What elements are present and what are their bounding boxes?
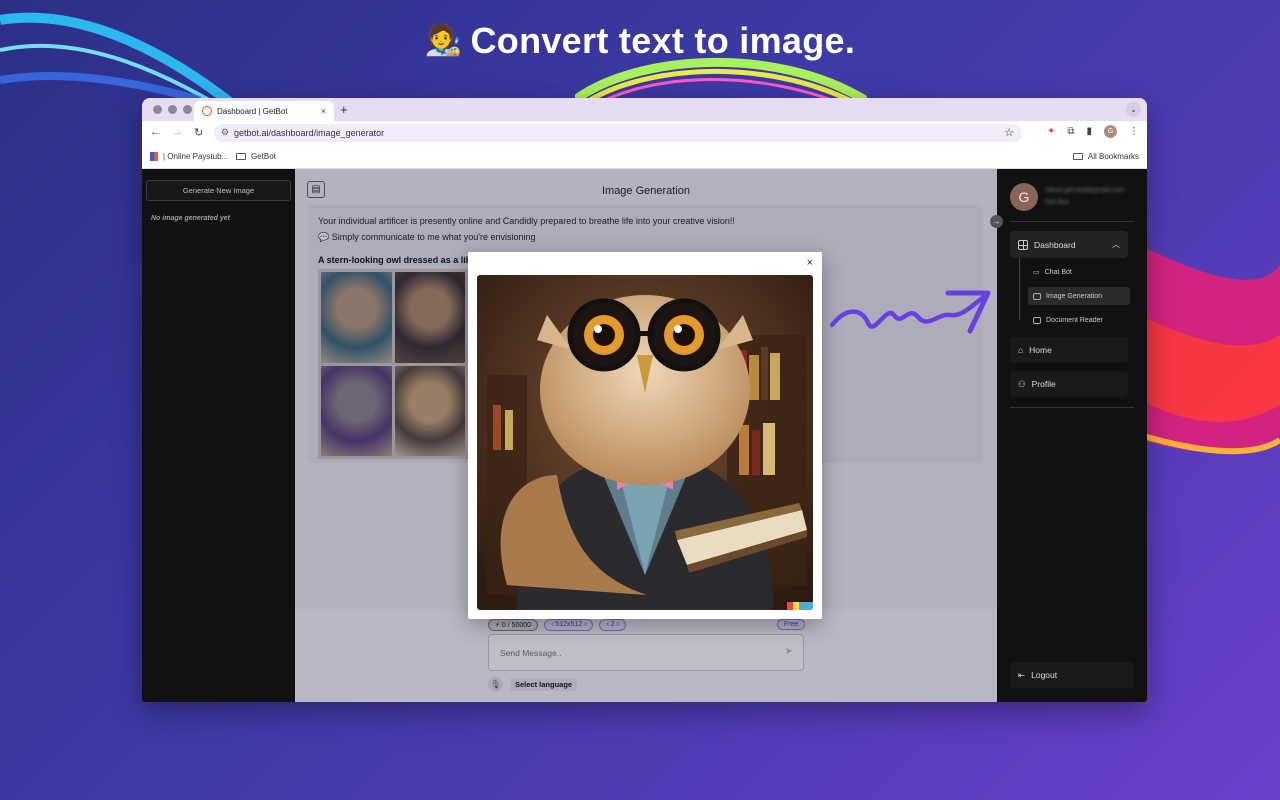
sidebar-item-profile[interactable]: ⚇ Profile <box>1010 371 1128 397</box>
address-bar[interactable]: ⚙ getbot.ai/dashboard/image_generator ☆ <box>214 124 1022 142</box>
collapse-sidebar-arrow-icon[interactable]: → <box>990 215 1003 228</box>
tab-title: Dashboard | GetBot <box>217 106 288 116</box>
toolbar-actions: ✦ ⧉ ▮ G ⋮ <box>1047 125 1139 138</box>
bookmark-getbot-folder[interactable]: GetBot <box>236 152 276 161</box>
logout-button[interactable]: ⇤ Logout <box>1010 662 1134 688</box>
paystub-favicon-icon <box>150 152 158 161</box>
image-preview-modal: × <box>468 252 822 619</box>
back-arrow-icon[interactable]: ← <box>150 126 161 139</box>
tab-search-chevron-icon[interactable]: ⌄ <box>1126 102 1141 117</box>
bookmark-label: GetBot <box>251 152 276 161</box>
sidebar-item-chat-bot[interactable]: ▭ Chat Bot <box>1028 263 1130 281</box>
user-name: Get Bot <box>1045 199 1069 206</box>
logout-icon: ⇤ <box>1018 669 1026 680</box>
bookmarks-bar: | Online Paystub... GetBot All Bookmarks <box>142 145 1147 169</box>
person-icon: ⚇ <box>1018 378 1026 389</box>
user-profile: G rekus.get.bot@gmail.com Get Bot <box>1010 183 1124 211</box>
user-info: rekus.get.bot@gmail.com Get Bot <box>1045 185 1124 209</box>
home-icon: ⌂ <box>1018 345 1024 355</box>
nav-buttons: ← → ↻ <box>150 126 203 139</box>
chat-bubble-icon: ▭ <box>1033 269 1040 276</box>
sidebar-item-label: Document Reader <box>1046 316 1103 324</box>
submenu-tree-line <box>1019 258 1021 320</box>
sidebar-item-label: Image Generation <box>1046 292 1103 300</box>
folder-icon <box>1072 153 1083 160</box>
sidebar-item-label: Profile <box>1031 379 1056 389</box>
all-bookmarks-label: All Bookmarks <box>1087 152 1139 161</box>
artist-emoji-icon: 🧑‍🎨 <box>424 24 463 57</box>
headline-text: Convert text to image. <box>470 20 856 61</box>
user-email: rekus.get.bot@gmail.com <box>1045 187 1125 194</box>
owl-librarian-image <box>477 275 813 610</box>
divider <box>1010 407 1134 408</box>
dashboard-grid-icon <box>1018 239 1028 250</box>
minimize-window-button[interactable] <box>168 105 177 114</box>
menu-kebab-icon[interactable]: ⋮ <box>1129 126 1139 137</box>
modal-backdrop-left <box>142 169 295 702</box>
chevron-up-icon: ︿ <box>1112 240 1120 249</box>
sidebar-item-label: Chat Bot <box>1044 268 1072 276</box>
image-icon <box>1033 292 1041 300</box>
side-panel-icon[interactable]: ▮ <box>1086 126 1092 137</box>
browser-toolbar: ← → ↻ ⚙ getbot.ai/dashboard/image_genera… <box>142 121 1147 145</box>
new-tab-button[interactable]: + <box>340 102 348 117</box>
owl-illustration <box>477 275 813 610</box>
maximize-window-button[interactable] <box>183 105 192 114</box>
logout-label: Logout <box>1031 670 1058 680</box>
sidebar-item-document-reader[interactable]: Document Reader <box>1028 311 1130 329</box>
divider <box>1010 221 1134 222</box>
extensions-puzzle-icon[interactable]: ⧉ <box>1067 126 1074 137</box>
sidebar-item-label: Dashboard <box>1034 239 1076 250</box>
site-settings-icon[interactable]: ⚙ <box>221 127 229 138</box>
bookmark-paystub[interactable]: | Online Paystub... <box>150 152 228 161</box>
sidebar-item-dashboard[interactable]: Dashboard ︿ <box>1010 231 1128 258</box>
swoosh-right-decoration <box>1140 245 1280 455</box>
close-icon[interactable]: × <box>807 257 813 269</box>
avatar: G <box>1010 183 1038 211</box>
bookmark-star-icon[interactable]: ☆ <box>1004 126 1014 139</box>
sidebar-item-image-generation[interactable]: Image Generation <box>1028 287 1130 305</box>
url-text: getbot.ai/dashboard/image_generator <box>234 128 385 138</box>
tab-close-icon[interactable]: × <box>321 106 326 116</box>
sidebar-item-home[interactable]: ⌂ Home <box>1010 337 1128 363</box>
pointer-arrow-icon <box>829 290 991 334</box>
navigation-sidebar: → G rekus.get.bot@gmail.com Get Bot Dash… <box>990 169 1147 702</box>
documents-icon <box>1033 316 1041 324</box>
tab-strip: Dashboard | GetBot × + ⌄ <box>142 98 1147 121</box>
reload-icon[interactable]: ↻ <box>194 126 203 139</box>
close-window-button[interactable] <box>153 105 162 114</box>
bookmark-label: | Online Paystub... <box>163 152 229 161</box>
all-bookmarks-folder[interactable]: All Bookmarks <box>1072 152 1139 161</box>
folder-icon <box>236 153 246 160</box>
headline: 🧑‍🎨 Convert text to image. <box>0 20 1280 62</box>
window-controls <box>153 105 192 114</box>
getbot-favicon-icon <box>202 106 212 116</box>
getbot-extension-icon[interactable]: ✦ <box>1047 126 1055 137</box>
profile-avatar[interactable]: G <box>1104 125 1117 138</box>
forward-arrow-icon[interactable]: → <box>172 126 183 139</box>
sidebar-item-label: Home <box>1029 345 1052 355</box>
tab-dashboard[interactable]: Dashboard | GetBot × <box>194 101 334 121</box>
